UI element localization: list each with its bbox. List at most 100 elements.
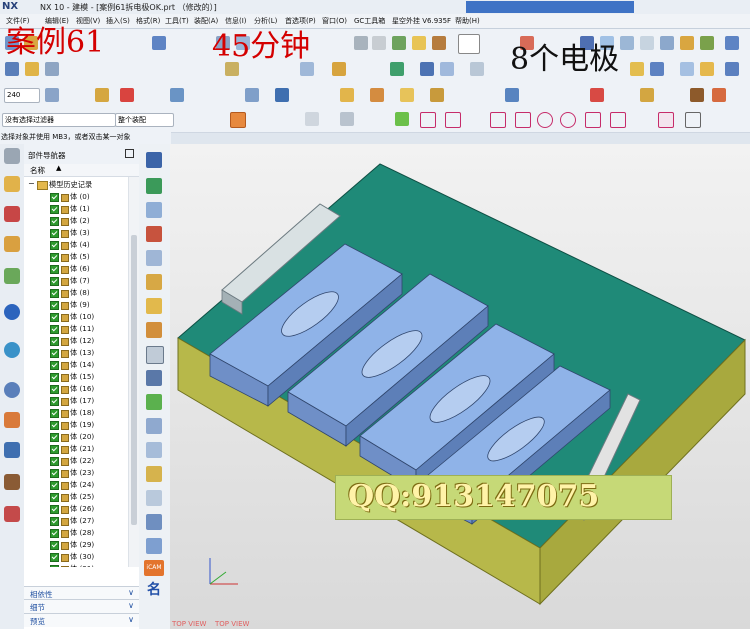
collapse-icon[interactable]: − — [28, 179, 35, 188]
tree-item-body[interactable]: 体 (7) — [24, 275, 128, 287]
replace-face-icon[interactable] — [390, 62, 404, 76]
menu-analysis[interactable]: 分析(L) — [254, 16, 277, 26]
render-style-icon[interactable] — [700, 62, 714, 76]
visibility-checkbox[interactable] — [50, 313, 59, 322]
menu-tools[interactable]: 工具(T) — [165, 16, 189, 26]
hd3d-tools-icon[interactable] — [4, 304, 20, 320]
tree-item-body[interactable]: 体 (6) — [24, 263, 128, 275]
visibility-checkbox[interactable] — [50, 253, 59, 262]
visibility-checkbox[interactable] — [50, 241, 59, 250]
roles-icon[interactable] — [4, 474, 20, 490]
zoom-value-field[interactable]: 240 — [4, 88, 40, 103]
tree-item-body[interactable]: 体 (24) — [24, 479, 128, 491]
snap-intersection-icon[interactable] — [490, 112, 506, 128]
electrode-name-icon[interactable] — [146, 370, 162, 386]
chevron-down-icon[interactable]: ∨ — [128, 615, 134, 624]
patch-icon[interactable] — [680, 36, 694, 50]
visibility-checkbox[interactable] — [50, 481, 59, 490]
tree-item-body[interactable]: 体 (19) — [24, 419, 128, 431]
tree-item-body[interactable]: 体 (26) — [24, 503, 128, 515]
tree-item-body[interactable]: 体 (22) — [24, 455, 128, 467]
tree-item-body[interactable]: 体 (20) — [24, 431, 128, 443]
graphics-window[interactable]: TOP VIEW TOP VIEW — [170, 144, 750, 629]
details-section[interactable]: 细节 ∨ — [24, 599, 139, 613]
tree-item-body[interactable]: 体 (11) — [24, 323, 128, 335]
edit-icon[interactable] — [712, 88, 726, 102]
assembly-navigator-icon[interactable] — [4, 176, 20, 192]
workpiece-icon[interactable] — [146, 202, 162, 218]
tree-item-body[interactable]: 体 (30) — [24, 551, 128, 563]
menu-format[interactable]: 格式(R) — [136, 16, 160, 26]
datum-icon[interactable] — [25, 62, 39, 76]
snap-point-icon[interactable] — [5, 62, 19, 76]
tree-item-body[interactable]: 体 (18) — [24, 407, 128, 419]
visibility-checkbox[interactable] — [50, 469, 59, 478]
constraint-navigator-icon[interactable] — [4, 206, 20, 222]
snap-center-icon[interactable] — [515, 112, 531, 128]
system-scenes-icon[interactable] — [4, 506, 20, 522]
sphere-icon[interactable] — [412, 36, 426, 50]
tree-item-body[interactable]: 体 (15) — [24, 371, 128, 383]
menu-help[interactable]: 帮助(H) — [455, 16, 480, 26]
measure-angle-icon[interactable] — [650, 62, 664, 76]
layer-icon[interactable] — [45, 88, 59, 102]
tree-item-body[interactable]: 体 (4) — [24, 239, 128, 251]
mold-model[interactable] — [170, 144, 750, 629]
rename-button[interactable]: 名 — [146, 582, 162, 598]
visibility-checkbox[interactable] — [50, 517, 59, 526]
visibility-checkbox[interactable] — [50, 397, 59, 406]
visibility-checkbox[interactable] — [50, 361, 59, 370]
tree-item-body[interactable]: 体 (8) — [24, 287, 128, 299]
check-icon[interactable] — [146, 394, 162, 410]
tree-item-body[interactable]: 体 (10) — [24, 311, 128, 323]
tree-item-body[interactable]: 体 (12) — [24, 335, 128, 347]
navigator-column-header[interactable]: 名称 ▲ — [24, 164, 139, 177]
visibility-checkbox[interactable] — [50, 421, 59, 430]
mesh-surface-icon[interactable] — [620, 36, 634, 50]
snap-control-icon[interactable] — [445, 112, 461, 128]
navigator-scrollbar[interactable] — [128, 177, 139, 567]
select-lasso-icon[interactable] — [340, 112, 354, 126]
mold-icon[interactable] — [146, 152, 162, 168]
move-face-icon[interactable] — [420, 62, 434, 76]
web-browser-icon[interactable] — [4, 342, 20, 358]
electrode-export-icon[interactable] — [146, 490, 162, 506]
selection-filter-dropdown[interactable]: 没有选择过滤器 — [2, 113, 116, 127]
shell-icon[interactable] — [332, 62, 346, 76]
tree-item-body[interactable]: 体 (21) — [24, 443, 128, 455]
undo-icon[interactable] — [152, 36, 166, 50]
electrode-check-icon[interactable] — [146, 538, 162, 554]
snap-endpoint-icon[interactable] — [395, 112, 409, 126]
visibility-checkbox[interactable] — [50, 289, 59, 298]
visibility-checkbox[interactable] — [50, 457, 59, 466]
visibility-checkbox[interactable] — [50, 565, 59, 567]
grid-icon[interactable] — [658, 112, 674, 128]
tree-item-body[interactable]: 体 (0) — [24, 191, 128, 203]
snap-arc-center-icon[interactable] — [537, 112, 553, 128]
show-hide-icon[interactable] — [245, 88, 259, 102]
pattern-icon[interactable] — [170, 88, 184, 102]
assembly-scope-dropdown[interactable]: 整个装配 — [115, 113, 174, 127]
title-search-box[interactable] — [466, 1, 634, 13]
icam-button[interactable]: iCAM — [144, 560, 164, 576]
revolve-icon[interactable] — [372, 36, 386, 50]
patch-surface-icon[interactable] — [146, 250, 162, 266]
process-studio-icon[interactable] — [4, 442, 20, 458]
visibility-checkbox[interactable] — [50, 373, 59, 382]
tree-item-body[interactable]: 体 (14) — [24, 359, 128, 371]
extrude-icon[interactable] — [354, 36, 368, 50]
electrode-drawing-icon[interactable] — [146, 418, 162, 434]
tree-item-body[interactable]: 体 (28) — [24, 527, 128, 539]
tree-root[interactable]: − 模型历史记录 — [24, 179, 128, 191]
visibility-checkbox[interactable] — [50, 337, 59, 346]
split-body-icon[interactable] — [146, 226, 162, 242]
dependencies-section[interactable]: 相依性 ∨ — [24, 586, 139, 600]
visibility-checkbox[interactable] — [50, 385, 59, 394]
sketch-icon[interactable] — [45, 62, 59, 76]
electrode-block-icon[interactable] — [400, 88, 414, 102]
sew-icon[interactable] — [660, 36, 674, 50]
electrode-setup-icon[interactable] — [146, 274, 162, 290]
tree-item-body[interactable]: 体 (31) — [24, 563, 128, 567]
visibility-checkbox[interactable] — [50, 205, 59, 214]
view-orient-icon[interactable] — [725, 62, 739, 76]
